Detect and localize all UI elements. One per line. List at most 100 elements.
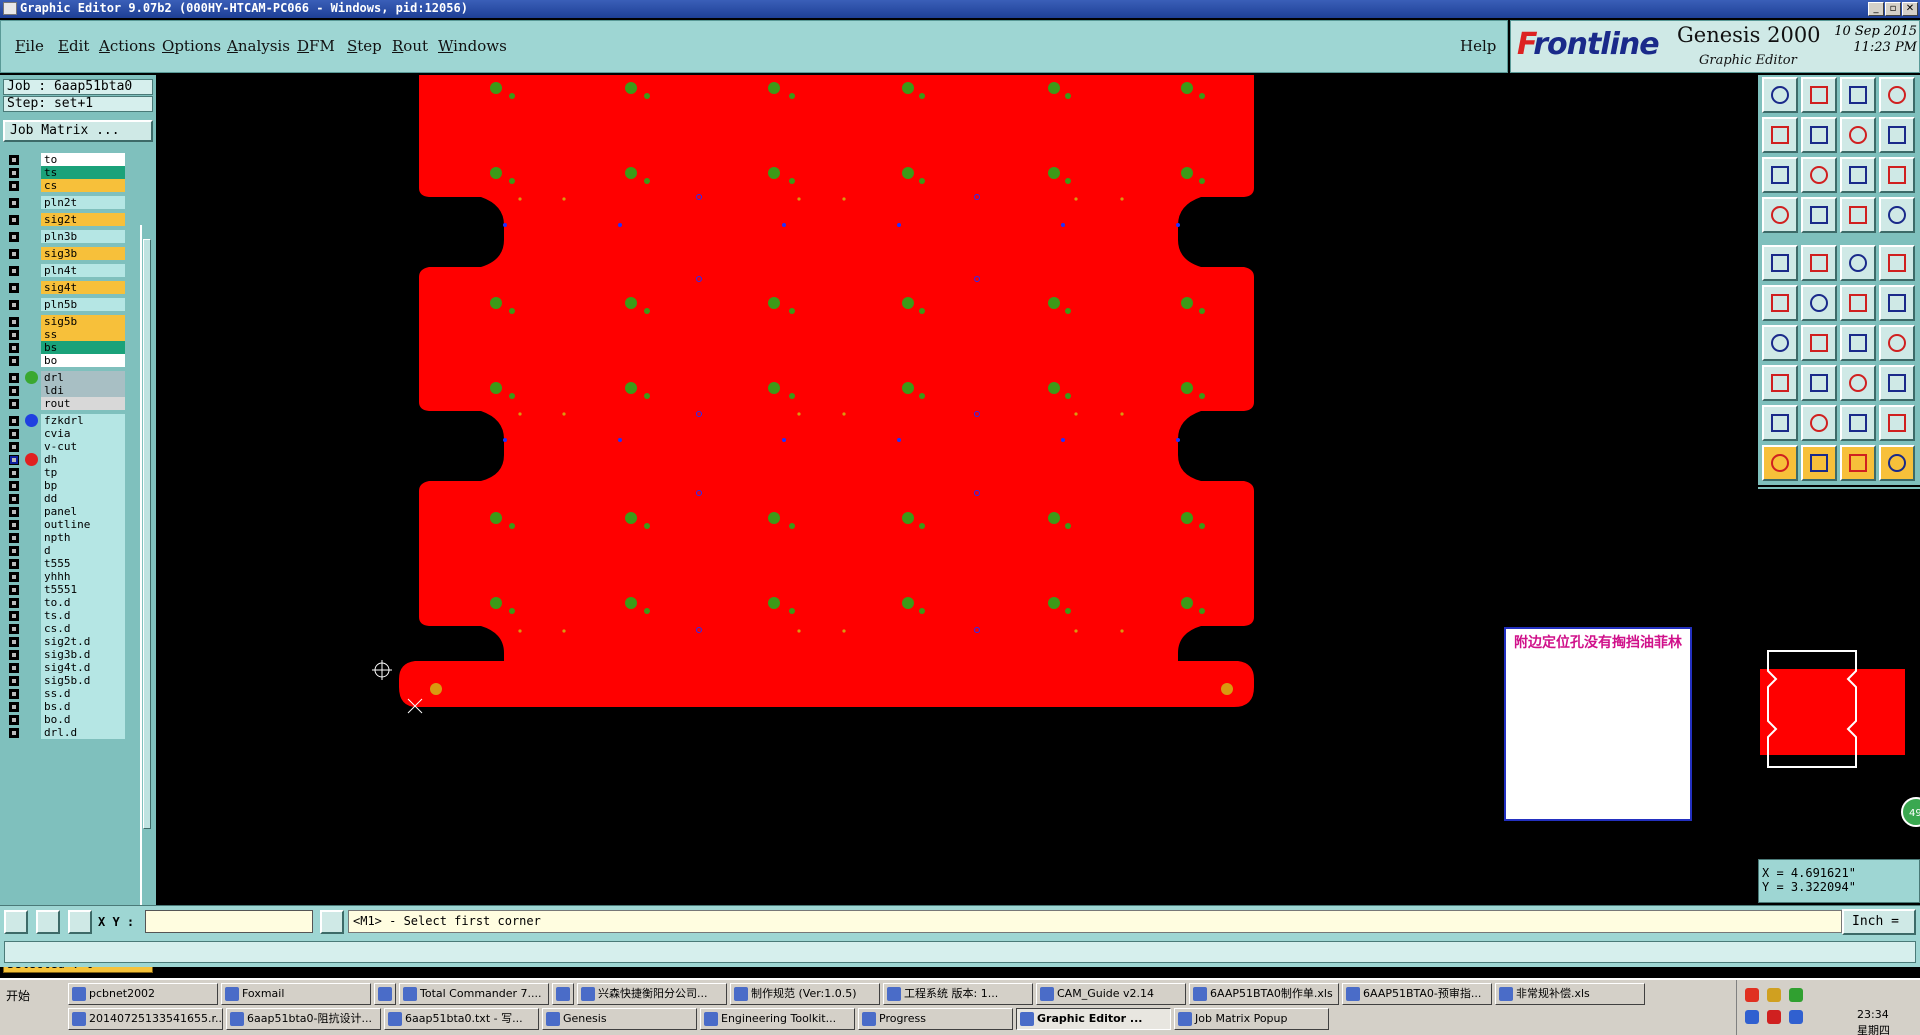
snap-button[interactable] <box>1840 197 1876 233</box>
layer-row[interactable]: yhhh <box>3 570 139 583</box>
line-button[interactable] <box>1762 325 1798 361</box>
layer-name[interactable]: sig2t.d <box>41 635 125 648</box>
units-selector[interactable]: Inch = <box>1842 909 1916 935</box>
layer-row[interactable]: sig4t <box>3 281 139 294</box>
taskbar-button[interactable]: 非常规补偿.xls <box>1495 983 1645 1005</box>
layer-name[interactable]: pln3b <box>41 230 125 243</box>
layer-name[interactable]: sig5b.d <box>41 674 125 687</box>
layer-row[interactable]: sig3b.d <box>3 648 139 661</box>
taskbar-button[interactable]: 兴森快捷衡阳分公司... <box>577 983 727 1005</box>
scroll-thumb[interactable] <box>143 239 151 829</box>
layer-name[interactable]: bp <box>41 479 125 492</box>
redraw-button[interactable] <box>1879 117 1915 153</box>
menu-options[interactable]: Options <box>162 37 221 55</box>
layer-checkbox[interactable] <box>9 494 19 504</box>
menu-edit[interactable]: Edit <box>58 37 89 55</box>
layer-checkbox[interactable] <box>9 386 19 396</box>
layer-row[interactable]: bs <box>3 341 139 354</box>
layer-row[interactable]: bs.d <box>3 700 139 713</box>
layer-checkbox[interactable] <box>9 300 19 310</box>
layer-row[interactable]: npth <box>3 531 139 544</box>
select-net-button[interactable] <box>1762 285 1798 321</box>
layer-name[interactable]: yhhh <box>41 570 125 583</box>
layer-checkbox[interactable] <box>9 455 19 465</box>
xy-input[interactable] <box>145 910 313 933</box>
layer-row[interactable]: sig5b <box>3 315 139 328</box>
layer-name[interactable]: d <box>41 544 125 557</box>
taskbar-button[interactable]: 6AAP51BTA0制作单.xls <box>1189 983 1339 1005</box>
ruler-button[interactable] <box>1840 245 1876 281</box>
arc-button[interactable] <box>1840 325 1876 361</box>
split-view-button[interactable] <box>1879 77 1915 113</box>
layer-checkbox[interactable] <box>9 343 19 353</box>
layer-name[interactable]: drl.d <box>41 726 125 739</box>
layer-row[interactable]: to <box>3 153 139 166</box>
zoom-fit-button[interactable] <box>1762 157 1798 193</box>
snap-alt-button[interactable] <box>1879 197 1915 233</box>
tray-icon[interactable] <box>1745 988 1759 1002</box>
minus-button[interactable] <box>1801 365 1837 401</box>
layer-name[interactable]: sig3b.d <box>41 648 125 661</box>
letter-a-button[interactable] <box>1801 405 1837 441</box>
attribute-button[interactable] <box>1762 365 1798 401</box>
layer-name[interactable]: tp <box>41 466 125 479</box>
measure-button[interactable] <box>1762 197 1798 233</box>
layer-checkbox[interactable] <box>9 429 19 439</box>
layer-name[interactable]: cs <box>41 179 125 192</box>
zoom-home-button[interactable] <box>1762 77 1798 113</box>
taskbar-button[interactable]: Progress <box>858 1008 1013 1030</box>
home-button[interactable] <box>1840 77 1876 113</box>
slash-button[interactable] <box>1801 325 1837 361</box>
layer-row[interactable]: ts <box>3 166 139 179</box>
tray-icon[interactable] <box>1789 1010 1803 1024</box>
layer-name[interactable]: bs.d <box>41 700 125 713</box>
layer-checkbox[interactable] <box>9 373 19 383</box>
graphic-canvas[interactable]: 附边定位孔没有掏挡油菲林 <box>156 75 1756 905</box>
zoom-center-button[interactable] <box>1801 157 1837 193</box>
layer-name[interactable]: dd <box>41 492 125 505</box>
zoom-back-button[interactable] <box>1801 77 1837 113</box>
taskbar-button[interactable]: Genesis <box>542 1008 697 1030</box>
taskbar-button[interactable] <box>374 983 396 1005</box>
layer-name[interactable]: ldi <box>41 384 125 397</box>
layer-row[interactable]: sig3b <box>3 247 139 260</box>
layer-row[interactable]: bp <box>3 479 139 492</box>
pointer-select-button[interactable] <box>1801 445 1837 481</box>
layer-row[interactable]: sig4t.d <box>3 661 139 674</box>
layer-checkbox[interactable] <box>9 663 19 673</box>
layer-name[interactable]: ts <box>41 166 125 179</box>
maximize-button[interactable]: ▫ <box>1885 2 1901 16</box>
taskbar-button[interactable]: pcbnet2002 <box>68 983 218 1005</box>
menu-step[interactable]: Step <box>347 37 382 55</box>
layer-name[interactable]: sig2t <box>41 213 125 226</box>
layer-name[interactable]: ss.d <box>41 687 125 700</box>
layer-row[interactable]: outline <box>3 518 139 531</box>
layer-checkbox[interactable] <box>9 676 19 686</box>
layer-row[interactable]: fzkdrl <box>3 414 139 427</box>
layer-checkbox[interactable] <box>9 442 19 452</box>
layer-checkbox[interactable] <box>9 198 19 208</box>
layer-row[interactable]: cs <box>3 179 139 192</box>
layer-checkbox[interactable] <box>9 637 19 647</box>
menu-dfm[interactable]: DFM <box>297 37 335 55</box>
taskbar-button[interactable]: Total Commander 7.... <box>399 983 549 1005</box>
grid-button[interactable] <box>1801 197 1837 233</box>
menu-rout[interactable]: Rout <box>392 37 428 55</box>
layer-name[interactable]: to.d <box>41 596 125 609</box>
taskbar-button[interactable]: Foxmail <box>221 983 371 1005</box>
layer-row[interactable]: drl <box>3 371 139 384</box>
layer-checkbox[interactable] <box>9 168 19 178</box>
layer-name[interactable]: sig4t <box>41 281 125 294</box>
layer-checkbox[interactable] <box>9 728 19 738</box>
layer-checkbox[interactable] <box>9 715 19 725</box>
taskbar-button[interactable]: Job Matrix Popup <box>1174 1008 1329 1030</box>
layer-name[interactable]: t5551 <box>41 583 125 596</box>
layer-row[interactable]: v-cut <box>3 440 139 453</box>
ratio-button[interactable] <box>1840 157 1876 193</box>
layer-checkbox[interactable] <box>9 266 19 276</box>
tray-icon[interactable] <box>1745 1010 1759 1024</box>
connect-button[interactable] <box>1840 285 1876 321</box>
layer-name[interactable]: sig5b <box>41 315 125 328</box>
layer-name[interactable]: pln5b <box>41 298 125 311</box>
taskbar-button[interactable]: 20140725133541655.r... <box>68 1008 223 1030</box>
